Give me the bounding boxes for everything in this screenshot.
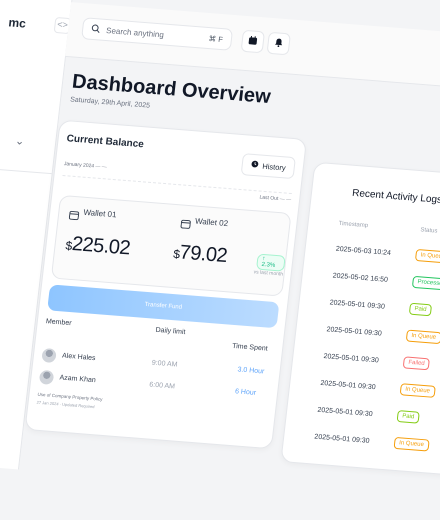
activity-timestamp: 2025-05-01 09:30 <box>326 326 383 338</box>
wallet-2-amount: $79.02 <box>172 241 228 268</box>
status-badge: In Queue <box>393 436 430 452</box>
status-badge: In Queue <box>399 383 436 398</box>
notification-button[interactable] <box>266 31 291 56</box>
wallet-1-name: Wallet 01 <box>82 207 117 220</box>
avatar <box>41 347 57 364</box>
status-badge: Processed <box>411 275 440 291</box>
sidebar-divider <box>0 164 52 175</box>
search-placeholder: Search anything <box>105 25 165 39</box>
wallet-2-value: 79.02 <box>178 241 229 268</box>
member-time: 3.0 Hour <box>237 366 265 376</box>
recent-activity-card: Recent Activity Logs Timestamp Status 20… <box>280 161 440 476</box>
member-name: Azam Khan <box>59 374 97 385</box>
wallet-2-name: Wallet 02 <box>194 216 229 229</box>
policy-meta: 27 Jan 2024 · Updated Required <box>36 399 95 410</box>
wallets-panel: Wallet 01 $225.02 Wallet 02 $79.02 ↑ 2.3… <box>50 194 292 297</box>
status-badge: Paid <box>408 302 433 317</box>
wallet-icon <box>180 215 192 234</box>
chevron-down-icon[interactable]: ⌄ <box>14 134 25 148</box>
activity-timestamp: 2025-05-01 09:30 <box>317 406 373 419</box>
wallet-icon <box>68 207 80 226</box>
clock-icon <box>250 160 259 171</box>
activity-timestamp: 2025-05-01 09:30 <box>320 379 376 392</box>
trend-note: vs last month <box>253 269 284 278</box>
member-header: Member <box>45 318 72 328</box>
brand-name: mc <box>7 15 27 31</box>
dashboard-canvas: mc <> ⌄ Search anything ⌘ F Dashboard Ov… <box>0 0 440 508</box>
history-label: History <box>261 161 287 172</box>
wallet-1-value: 225.02 <box>70 233 132 260</box>
member-limit: 9:00 AM <box>151 359 178 369</box>
status-badge: In Queue <box>414 248 440 264</box>
activity-timestamp: 2025-05-03 10:24 <box>335 245 392 257</box>
avatar <box>38 369 55 385</box>
current-balance-card: Current Balance History January 2024 — —… <box>24 119 308 450</box>
activity-title: Recent Activity Logs <box>351 187 440 206</box>
time-spent-header: Time Spent <box>231 342 268 353</box>
status-badge: In Queue <box>405 329 440 345</box>
search-icon <box>91 23 101 35</box>
daily-limit-header: Daily limit <box>155 326 186 337</box>
member-name: Alex Hales <box>61 352 96 363</box>
calendar-icon <box>247 32 259 51</box>
activity-timestamp: 2025-05-02 16:50 <box>332 272 389 284</box>
balance-title: Current Balance <box>66 133 145 151</box>
calendar-button[interactable] <box>240 29 266 54</box>
activity-timestamp: 2025-05-01 09:30 <box>329 299 386 311</box>
wallet-1-amount: $225.02 <box>64 233 131 261</box>
activity-list: 2025-05-03 10:24 In Queue 2025-05-02 16:50… <box>314 163 440 452</box>
activity-timestamp: 2025-05-01 09:30 <box>323 353 380 365</box>
search-shortcut: ⌘ F <box>208 33 224 44</box>
bell-icon <box>273 34 285 53</box>
member-time: 6 Hour <box>234 388 257 397</box>
status-badge: Paid <box>396 410 420 424</box>
member-limit: 6:00 AM <box>148 381 176 391</box>
activity-timestamp: 2025-05-01 09:30 <box>313 433 370 445</box>
status-header: Status <box>420 227 438 235</box>
search-input[interactable]: Search anything ⌘ F <box>81 17 234 51</box>
last-out-label: Last Out — — <box>259 194 292 203</box>
timestamp-header: Timestamp <box>338 220 369 230</box>
status-badge: Failed <box>402 356 431 371</box>
